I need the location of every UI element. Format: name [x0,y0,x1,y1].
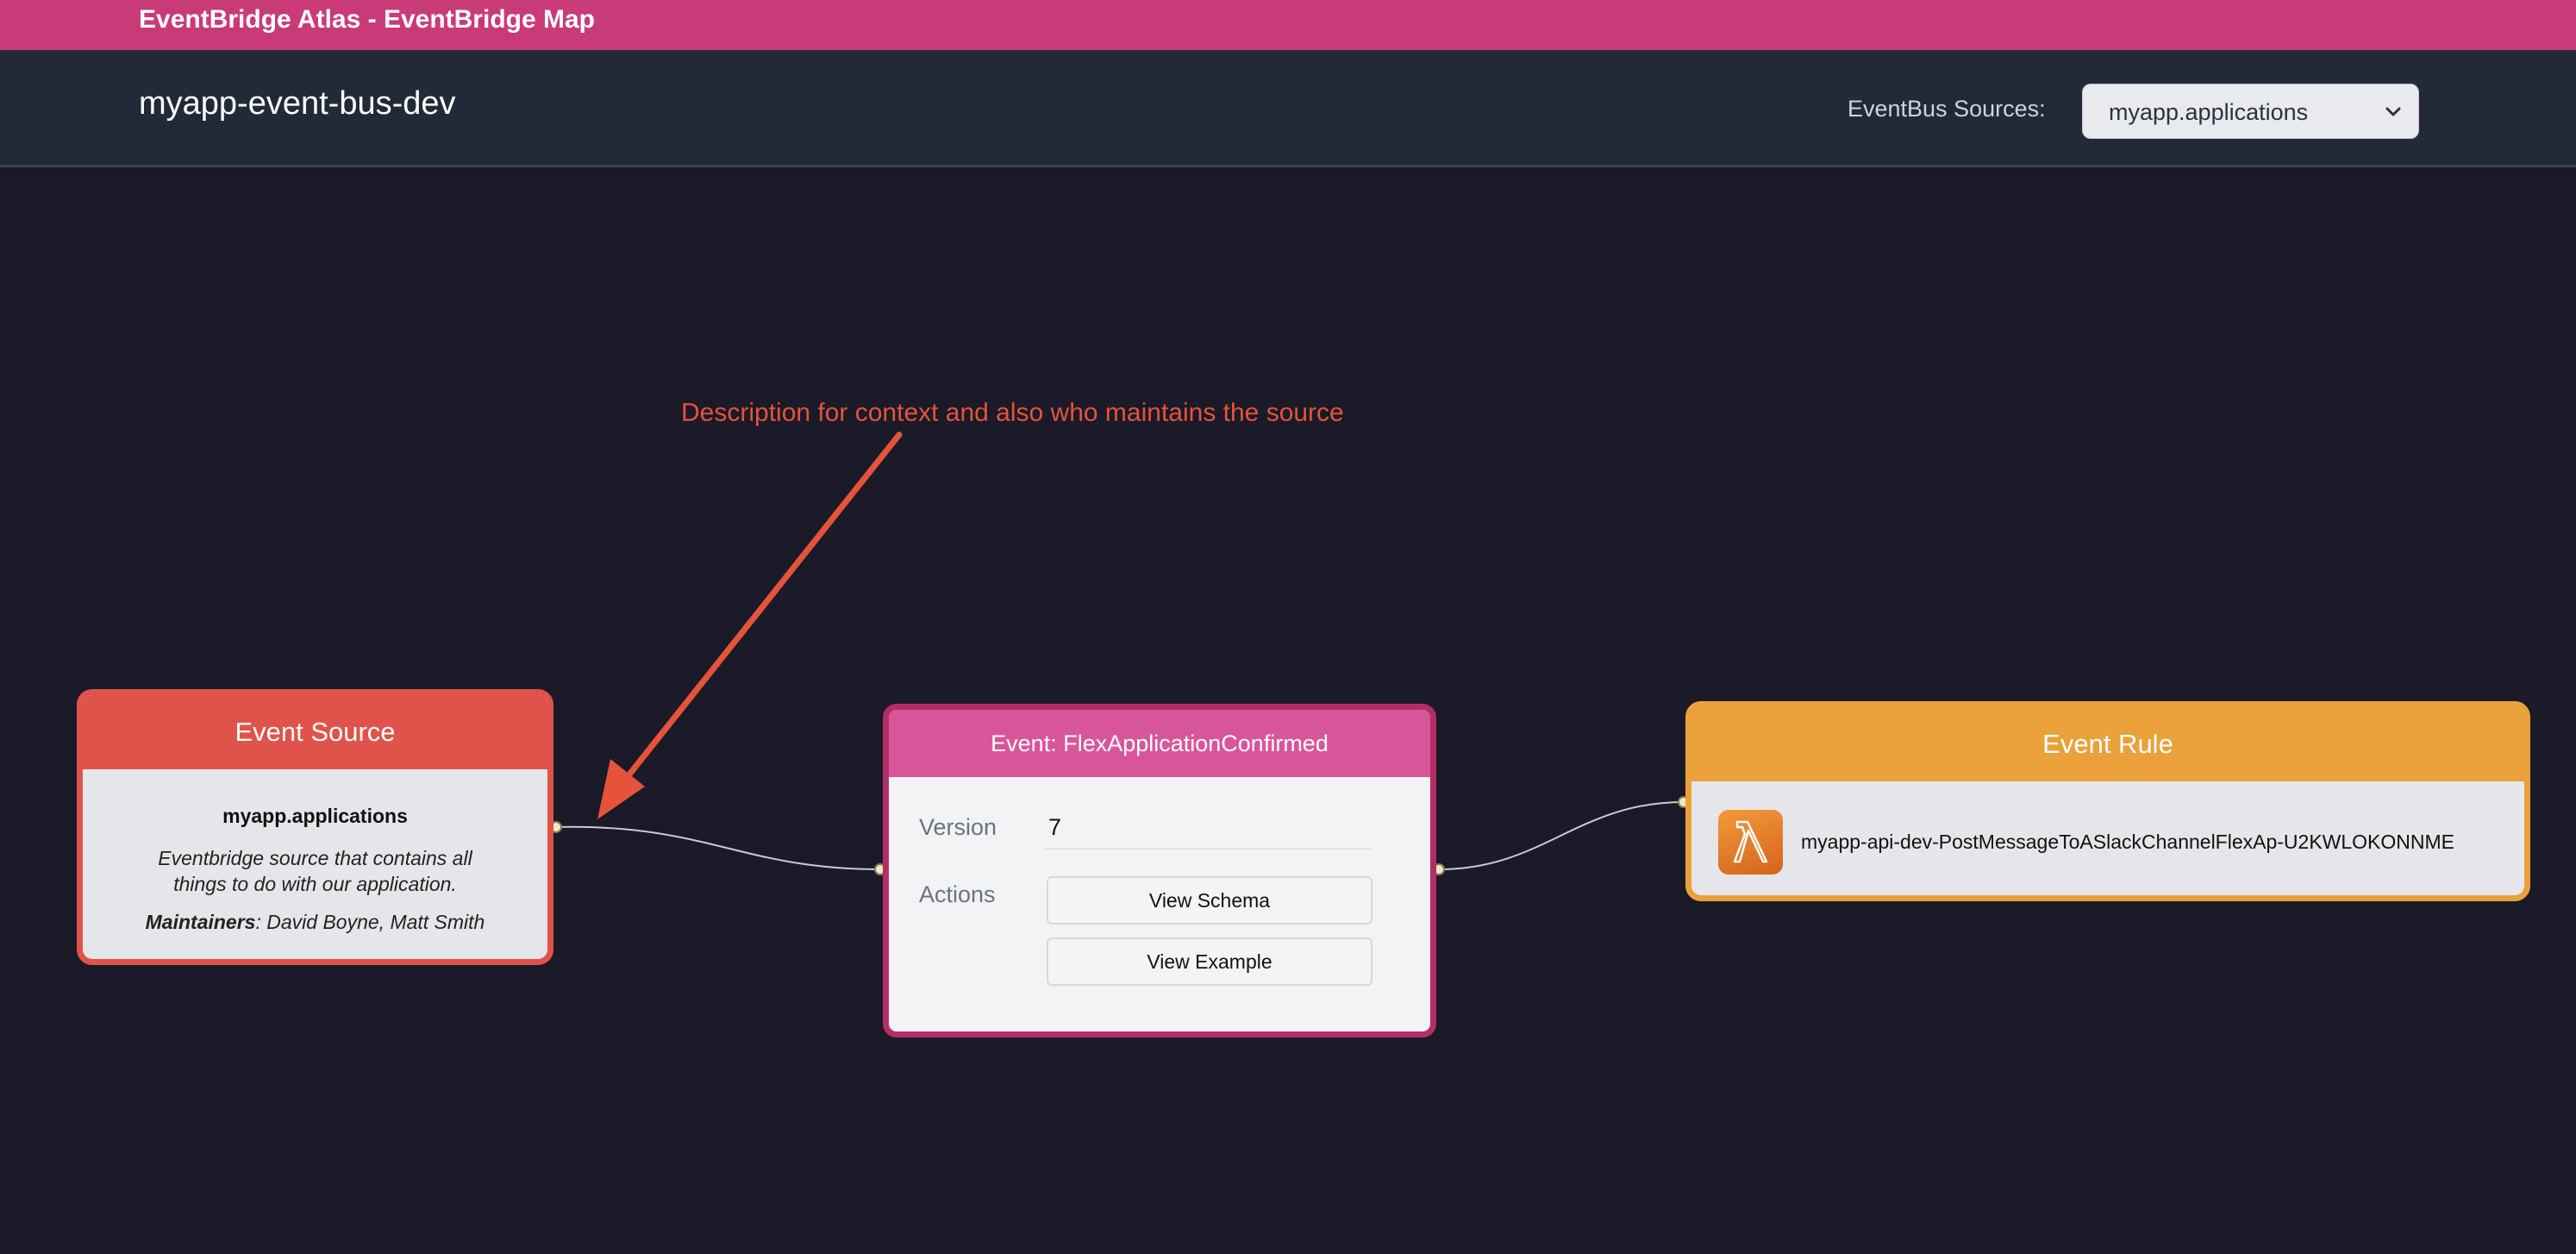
source-description: Eventbridge source that contains all thi… [158,847,472,895]
annotation-arrow-shaft [622,431,903,782]
maintainers-value: : David Boyne, Matt Smith [255,911,485,933]
event-rule-title: Event Rule [1691,707,2524,781]
edge-event-to-rule [1438,801,1685,870]
maintainers-label: Maintainers [145,911,256,933]
connections-layer [550,431,1690,875]
version-divider [1044,848,1372,850]
version-label: Version [919,814,997,840]
lambda-icon [1718,810,1783,875]
rule-target-name: myapp-api-dev-PostMessageToASlackChannel… [1801,831,2455,853]
event-source-title: Event Source [83,695,547,769]
event-rule-node[interactable]: Event Rule myapp-api-dev-PostMessageToAS… [1685,701,2530,901]
view-example-button[interactable]: View Example [1047,937,1372,986]
event-title: Event: FlexApplicationConfirmed [889,710,1430,777]
source-name: myapp.applications [222,805,408,827]
source-maintainers: Maintainers: David Boyne, Matt Smith [83,909,547,935]
actions-label: Actions [919,881,996,907]
view-schema-button[interactable]: View Schema [1047,876,1372,925]
version-value: 7 [1048,814,1062,840]
event-source-node[interactable]: Event Source myapp.applications Eventbri… [77,689,553,965]
edge-source-to-event [555,825,881,870]
event-node[interactable]: Event: FlexApplicationConfirmed Version … [883,704,1436,1038]
